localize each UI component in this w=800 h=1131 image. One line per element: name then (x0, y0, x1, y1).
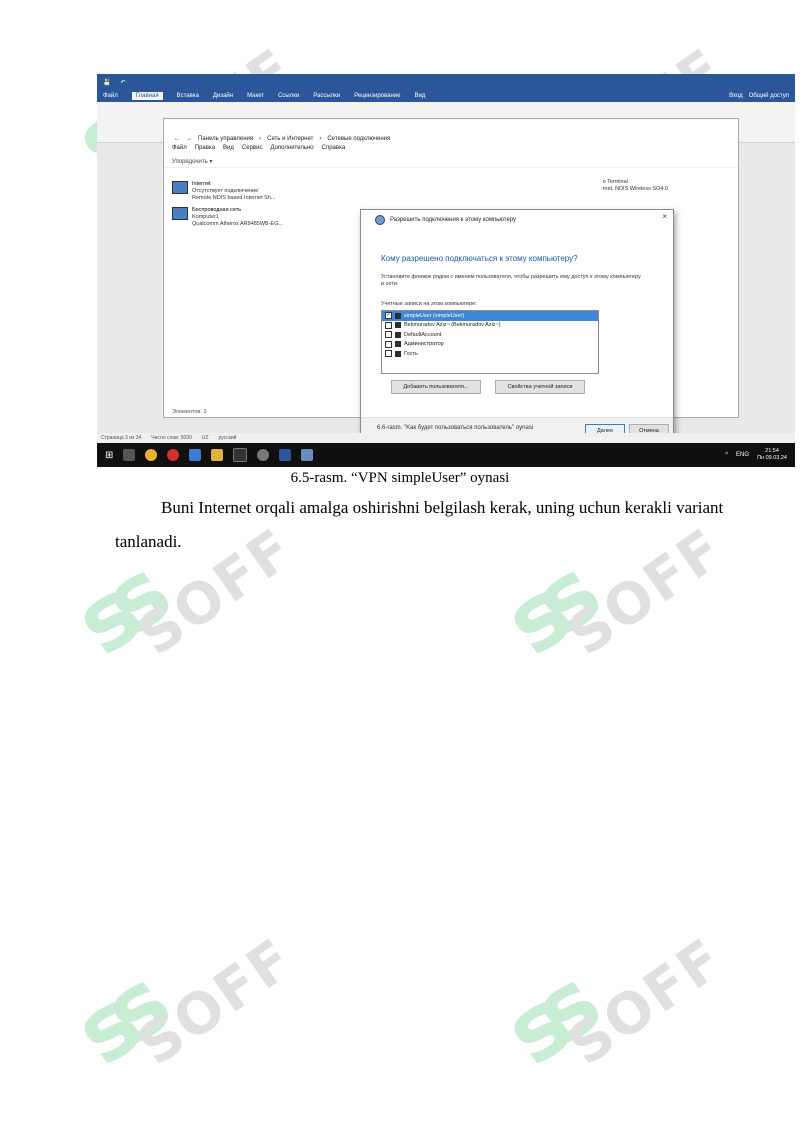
account-checkbox[interactable] (385, 350, 392, 358)
word-icon[interactable] (279, 449, 292, 461)
account-properties-button[interactable]: Свойства учетной записи (495, 380, 585, 394)
ribbon-tab[interactable]: Вид (414, 93, 425, 99)
address-bar[interactable]: ← → Панель управления › Сеть и Интернет › … (164, 133, 738, 145)
figure-caption: 6.5-rasm. “VPN simpleUser” oynasi (290, 470, 510, 486)
menu-item[interactable]: Вид (223, 145, 234, 155)
menu-item[interactable]: Дополнительно (270, 145, 313, 155)
account-checkbox[interactable] (385, 340, 392, 348)
system-tray: ^ ENG 21:54 Пн 09.03.24 (725, 448, 787, 462)
breadcrumb-item[interactable]: Сетевые подключения (327, 136, 390, 142)
add-user-button[interactable]: Добавить пользователя... (391, 380, 481, 394)
dialog-heading: Кому разрешено подключаться к этому комп… (381, 254, 578, 263)
ribbon-tab[interactable]: Файл (103, 93, 118, 99)
dialog-title: Разрешить подключения к этому компьютеру (390, 217, 517, 223)
network-connections-window: ← → Панель управления › Сеть и Интернет › … (163, 118, 739, 441)
account-checkbox[interactable] (385, 321, 392, 329)
menu-item[interactable]: Справка (322, 145, 346, 155)
ribbon-tab[interactable]: Рассылки (313, 93, 340, 99)
explorer-titlebar (164, 119, 738, 133)
ribbon-tabs: Файл Главная Вставка Дизайн Макет Ссылки… (97, 90, 795, 102)
connection-item[interactable]: Беспроводная сеть Komputer1 Qualcomm Ath… (172, 207, 302, 228)
terminal-icon[interactable] (233, 448, 248, 462)
breadcrumb-item[interactable]: Панель управления (198, 136, 253, 142)
ribbon-tab[interactable]: Вставка (177, 93, 199, 99)
chevron-up-icon[interactable]: ^ (725, 452, 728, 458)
clock[interactable]: 21:54 Пн 09.03.24 (757, 448, 787, 462)
account-row[interactable]: Bekmuradov Aziz~ (Bekmuradov Aziz~) (382, 321, 598, 331)
document-caption: 6.6-rasm. "Kак будет пользоваться пользо… (377, 425, 534, 431)
taskbar: ⊞ ^ ENG 21:54 Пн 09.03.24 (97, 443, 795, 467)
opera-icon[interactable] (167, 449, 180, 461)
user-icon (395, 341, 401, 348)
organize-button[interactable]: Упорядочить ▾ (172, 158, 212, 165)
windows-start-icon[interactable]: ⊞ (105, 450, 113, 461)
account-checkbox[interactable] (385, 331, 392, 339)
back-icon[interactable]: ← (174, 136, 180, 142)
network-app-icon[interactable] (301, 449, 314, 461)
user-icon (395, 331, 401, 338)
language-indicator[interactable]: ENG (736, 452, 749, 458)
account-checkbox[interactable]: ✓ (385, 312, 392, 320)
ribbon-tab[interactable]: Дизайн (213, 93, 233, 99)
chrome-icon[interactable] (145, 449, 158, 461)
ribbon-tab[interactable]: Макет (247, 93, 264, 99)
save-icon[interactable]: 💾 (103, 79, 110, 86)
account-row[interactable]: Администратор (382, 340, 598, 350)
user-icon (395, 312, 401, 319)
explorer-toolbar: Упорядочить ▾ (164, 155, 738, 168)
dialog-instruction: Установите флажок рядом с именем пользов… (381, 274, 641, 287)
settings-icon[interactable] (257, 449, 270, 461)
breadcrumb-item[interactable]: Сеть и Интернет (267, 136, 313, 142)
body-paragraph: Buni Internet orqali amalga oshirishni b… (115, 498, 724, 551)
watermark-logo: ssSOFF (486, 926, 736, 1086)
wizard-icon (375, 215, 385, 225)
allow-connections-dialog: × Разрешить подключения к этому компьюте… (360, 209, 674, 441)
connection-name: Internet (192, 181, 211, 187)
close-icon[interactable]: × (662, 212, 667, 221)
share-button[interactable]: Общий доступ (749, 93, 789, 99)
ribbon-tab-active[interactable]: Главная (131, 92, 163, 100)
explorer-icon[interactable] (211, 449, 224, 461)
menu-item[interactable]: Файл (172, 145, 187, 155)
word-status-bar: Страница 3 из 34 Число слов: 5030 UZ рус… (97, 433, 795, 443)
ribbon-tab[interactable]: Рецензирование (354, 93, 400, 99)
explorer-menu: Файл Правка Вид Сервис Дополнительно Спр… (164, 145, 738, 155)
network-adapter-icon (172, 181, 188, 194)
connection-item-partial: o Terminal rnet, NDIS Wireless SO4.0 (602, 179, 668, 192)
forward-icon[interactable]: → (186, 136, 192, 142)
ribbon-tab[interactable]: Ссылки (278, 93, 299, 99)
browser-icon[interactable] (189, 449, 202, 461)
account-row[interactable]: Гость (382, 349, 598, 359)
connection-name: Беспроводная сеть (192, 207, 242, 213)
user-icon (395, 322, 401, 329)
user-icon (395, 350, 401, 357)
search-icon[interactable] (123, 449, 136, 461)
embedded-screenshot: 💾 ↶ Файл Главная Вставка Дизайн Макет Сс… (97, 74, 795, 467)
connection-item[interactable]: Internet Отсутствует подключение Remote … (172, 181, 302, 202)
accounts-label: Учетные записи на этом компьютере: (381, 301, 477, 307)
menu-item[interactable]: Правка (195, 145, 215, 155)
undo-icon[interactable]: ↶ (120, 79, 125, 86)
account-row[interactable]: DefaultAccount (382, 330, 598, 340)
signin-link[interactable]: Вход (729, 93, 743, 99)
watermark-logo: ssSOFF (56, 926, 306, 1086)
word-titlebar: 💾 ↶ (97, 74, 795, 90)
wireless-adapter-icon (172, 207, 188, 220)
account-row[interactable]: ✓ simpleUser (simpleUser) (382, 311, 598, 321)
accounts-list: ✓ simpleUser (simpleUser) Bekmuradov Azi… (381, 310, 599, 374)
menu-item[interactable]: Сервис (242, 145, 263, 155)
status-bar: Элементов: 3 (172, 409, 207, 415)
